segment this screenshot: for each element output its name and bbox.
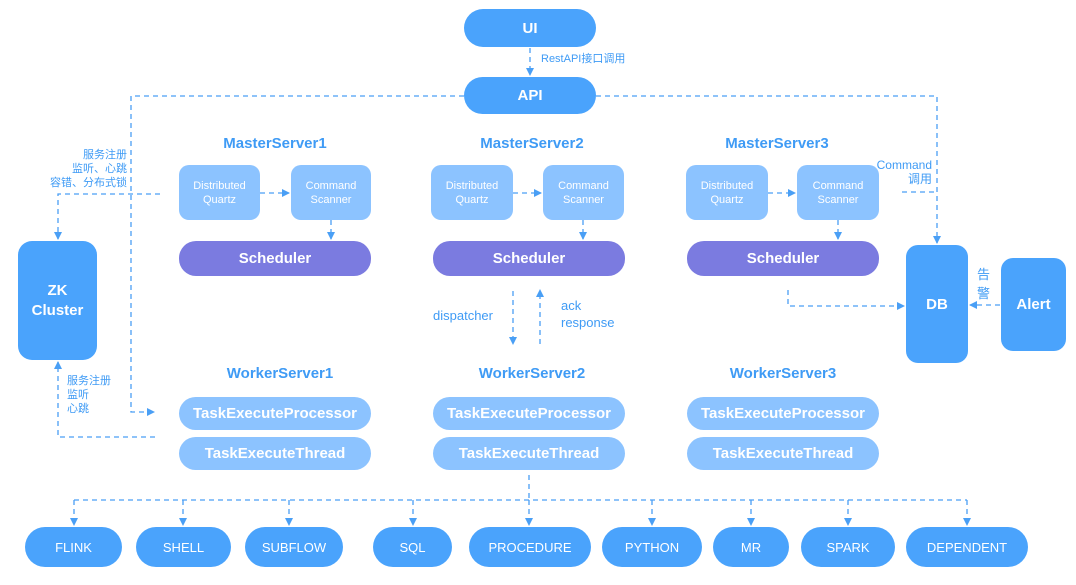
- task-type-dependent: DEPENDENT: [906, 527, 1028, 567]
- task-type-subflow: SUBFLOW: [245, 527, 343, 567]
- label-line: 服务注册: [83, 149, 127, 161]
- task-type-python: PYTHON: [602, 527, 702, 567]
- worker-title: WorkerServer3: [729, 365, 837, 382]
- command-call-label: Command 调用: [876, 158, 932, 186]
- worker-title: WorkerServer2: [478, 365, 586, 382]
- task-execute-processor: TaskExecuteProcessor: [179, 397, 371, 430]
- scheduler: Scheduler: [433, 241, 625, 276]
- command-scanner: Command Scanner: [291, 165, 371, 220]
- label-line: 监听: [67, 389, 89, 401]
- zk-master-label: 服务注册 监听、心跳 容错、分布式锁: [20, 148, 127, 190]
- master-title: MasterServer3: [725, 135, 829, 152]
- task-type-flink: FLINK: [25, 527, 122, 567]
- label-line: 心跳: [67, 403, 89, 415]
- api-node: API: [464, 77, 596, 114]
- worker-title: WorkerServer1: [226, 365, 334, 382]
- distributed-quartz: Distributed Quartz: [179, 165, 260, 220]
- scheduler: Scheduler: [687, 241, 879, 276]
- alert-label: 告警: [977, 267, 991, 301]
- task-type-procedure: PROCEDURE: [469, 527, 591, 567]
- task-type-shell: SHELL: [136, 527, 231, 567]
- master-title: MasterServer1: [223, 135, 327, 152]
- restapi-label: RestAPI接口调用: [541, 53, 626, 65]
- zk-line1: ZK: [47, 281, 68, 299]
- label-line: 容错、分布式锁: [50, 177, 127, 189]
- zk-cluster-node: ZK Cluster: [18, 241, 97, 360]
- ui-node: UI: [464, 9, 596, 47]
- scheduler3-to-db-line: [787, 290, 905, 310]
- label-line: 监听、心跳: [72, 163, 127, 175]
- distributed-quartz: Distributed Quartz: [686, 165, 768, 220]
- db-node: DB: [906, 245, 968, 363]
- zk-worker-label: 服务注册 监听 心跳: [67, 374, 111, 416]
- task-type-sql: SQL: [373, 527, 452, 567]
- master-title: MasterServer2: [480, 135, 584, 152]
- zk-line2: Cluster: [31, 301, 84, 319]
- task-type-spark: SPARK: [801, 527, 895, 567]
- task-execute-thread: TaskExecuteThread: [433, 437, 625, 470]
- task-execute-processor: TaskExecuteProcessor: [687, 397, 879, 430]
- distributed-quartz: Distributed Quartz: [431, 165, 513, 220]
- task-execute-thread: TaskExecuteThread: [687, 437, 879, 470]
- dispatcher-label: dispatcher: [433, 308, 493, 323]
- command-scanner: Command Scanner: [543, 165, 624, 220]
- label-line: 服务注册: [67, 375, 111, 387]
- ack-response-label: ack response: [561, 298, 615, 330]
- task-execute-thread: TaskExecuteThread: [179, 437, 371, 470]
- master-to-zk-line: [54, 193, 160, 240]
- alert-node: Alert: [1001, 258, 1066, 351]
- scheduler: Scheduler: [179, 241, 371, 276]
- task-execute-processor: TaskExecuteProcessor: [433, 397, 625, 430]
- task-type-mr: MR: [713, 527, 789, 567]
